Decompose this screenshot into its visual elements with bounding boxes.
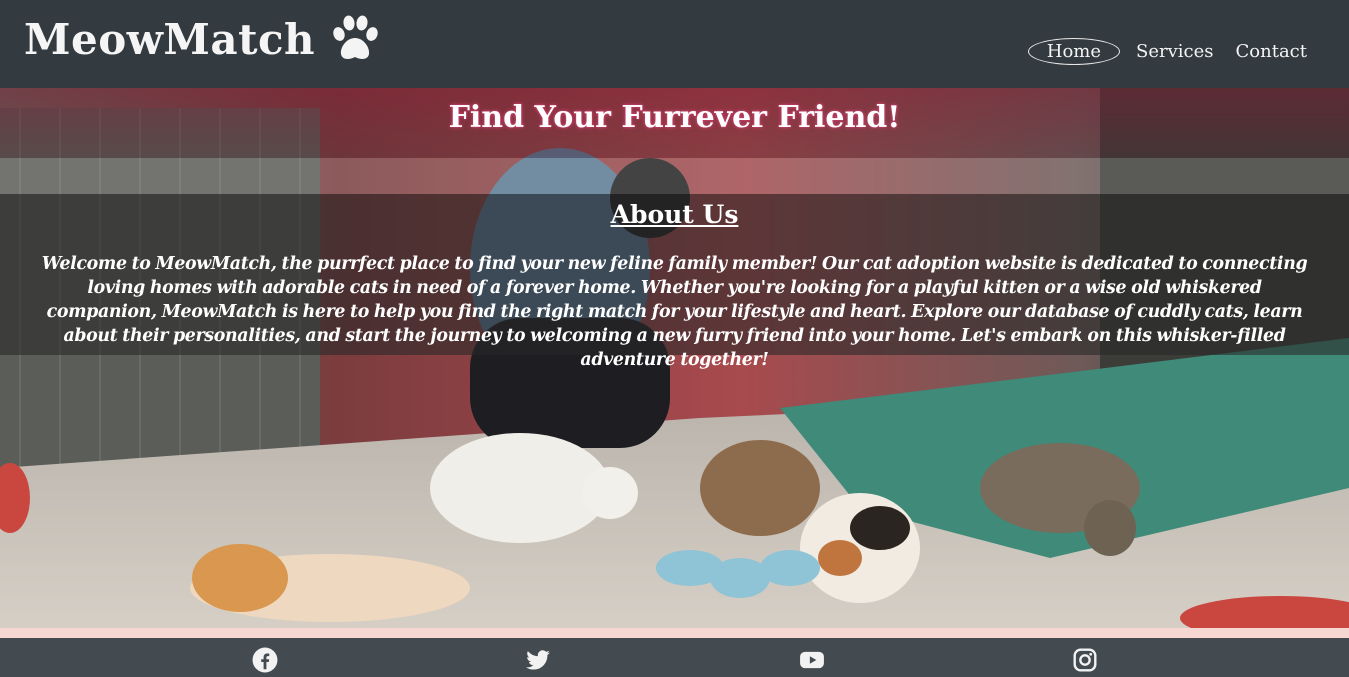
about-title: About Us (610, 200, 739, 229)
accent-strip (0, 628, 1349, 638)
paw-icon (333, 15, 378, 59)
nav-services[interactable]: Services (1130, 39, 1219, 64)
site-footer (0, 638, 1349, 677)
brand-name: MeowMatch (24, 14, 316, 64)
facebook-icon[interactable] (252, 647, 278, 673)
about-text: Welcome to MeowMatch, the purrfect place… (41, 254, 1308, 370)
hero-section: Find Your Furrever Friend! About Us Welc… (0, 88, 1349, 628)
main-nav: Home Services Contact (1027, 38, 1313, 65)
hero-divider-band (0, 158, 1349, 194)
instagram-icon[interactable] (1072, 647, 1098, 673)
youtube-icon[interactable] (799, 647, 825, 673)
site-header: MeowMatch Home Services Contact (0, 0, 1349, 88)
about-section: About Us Welcome to MeowMatch, the purrf… (0, 194, 1349, 370)
nav-contact[interactable]: Contact (1230, 39, 1313, 64)
brand-logo[interactable]: MeowMatch (24, 14, 381, 64)
hero-title: Find Your Furrever Friend! (448, 100, 901, 135)
twitter-icon[interactable] (525, 647, 551, 673)
nav-home[interactable]: Home (1027, 38, 1121, 65)
